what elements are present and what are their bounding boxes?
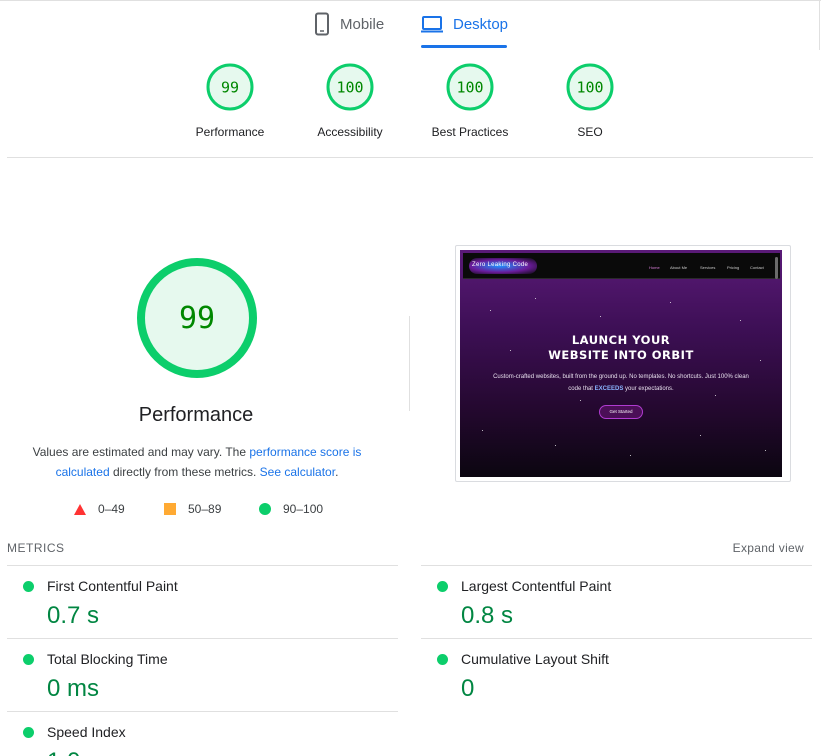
metrics-header: METRICS Expand view — [7, 540, 804, 556]
gauge-accessibility-score: 100 — [336, 79, 363, 97]
screenshot-headline: LAUNCH YOUR WEBSITE INTO ORBIT — [460, 333, 782, 363]
score-ring-icon: 99 — [206, 63, 254, 111]
metric-name: Speed Index — [47, 724, 126, 740]
tab-mobile[interactable]: Mobile — [314, 12, 384, 50]
gauge-performance-label: Performance — [195, 125, 265, 139]
active-tab-indicator — [421, 45, 507, 48]
gauge-best-practices-label: Best Practices — [431, 125, 509, 139]
screenshot-body-text: Custom-crafted websites, built from the … — [480, 371, 762, 395]
red-triangle-icon — [74, 503, 86, 515]
screenshot-image: Zero Leaking Code Home About Me Services… — [460, 250, 782, 477]
gauge-accessibility[interactable]: 100 Accessibility — [290, 62, 410, 140]
metric-value: 1.0 s — [47, 748, 99, 756]
green-circle-icon — [259, 503, 271, 515]
orange-square-icon — [164, 503, 176, 515]
tab-mobile-label: Mobile — [340, 16, 385, 33]
gauge-seo-label: SEO — [577, 125, 603, 139]
metric-cls: Cumulative Layout Shift 0 — [421, 638, 801, 711]
final-screenshot[interactable]: Zero Leaking Code Home About Me Services… — [455, 245, 791, 482]
screenshot-body-line2: code that EXCEEDS your expectations. — [480, 383, 762, 395]
score-ring-icon: 100 — [566, 63, 614, 111]
body-prefix: code that — [568, 386, 595, 392]
gauge-accessibility-label: Accessibility — [317, 125, 383, 139]
expand-view-button[interactable]: Expand view — [733, 541, 804, 555]
gauge-seo-score: 100 — [576, 79, 603, 97]
screenshot-scrollbar — [775, 257, 778, 279]
screenshot-headline-line2: WEBSITE INTO ORBIT — [548, 348, 694, 362]
score-legend: 0–49 50–89 90–100 — [0, 502, 400, 518]
desc-suffix: . — [335, 465, 339, 479]
metric-name: First Contentful Paint — [47, 578, 178, 594]
gauge-seo[interactable]: 100 SEO — [530, 62, 650, 140]
category-scores: 99 Performance 100 Accessibility 100 Bes… — [0, 62, 821, 142]
gauge-best-practices[interactable]: 100 Best Practices — [410, 62, 530, 140]
screenshot-nav-link: About Me — [670, 265, 688, 270]
legend-item-fail: 0–49 — [74, 502, 125, 516]
device-tabs: Mobile Desktop — [0, 0, 821, 50]
score-ring-icon: 100 — [326, 63, 374, 111]
gauge-performance[interactable]: 99 Performance — [170, 62, 290, 140]
tab-desktop-label: Desktop — [453, 16, 509, 33]
metric-name: Cumulative Layout Shift — [461, 651, 609, 667]
metric-value: 0 — [461, 675, 475, 702]
metric-lcp: Largest Contentful Paint 0.8 s — [421, 565, 801, 638]
gauge-performance-score: 99 — [221, 79, 239, 97]
desc-middle: directly from these metrics. — [109, 465, 260, 479]
screenshot-nav-link: Contact — [750, 265, 764, 270]
legend-item-average: 50–89 — [164, 502, 221, 516]
performance-gauge-large: 99 — [137, 258, 257, 378]
metric-speed-index: Speed Index 1.0 s — [7, 711, 387, 756]
screenshot-nav-link: Home — [649, 265, 660, 270]
metric-value: 0.8 s — [461, 602, 514, 629]
desc-prefix: Values are estimated and may vary. The — [32, 445, 250, 459]
metric-fcp: First Contentful Paint 0.7 s — [7, 565, 387, 638]
screenshot-cta-button: Get Started — [599, 405, 643, 419]
screenshot-headline-line1: LAUNCH YOUR — [571, 333, 671, 347]
pass-circle-icon — [23, 727, 34, 738]
performance-title: Performance — [138, 404, 254, 426]
top-border — [0, 0, 821, 1]
pass-circle-icon — [23, 581, 34, 592]
gauge-best-practices-score: 100 — [456, 79, 483, 97]
legend-pass-range: 90–100 — [283, 502, 324, 516]
metric-tbt: Total Blocking Time 0 ms — [7, 638, 387, 711]
body-highlight: EXCEEDS — [594, 386, 624, 392]
legend-fail-range: 0–49 — [98, 502, 125, 516]
metric-name: Largest Contentful Paint — [461, 578, 612, 594]
pass-circle-icon — [437, 581, 448, 592]
pass-circle-icon — [437, 654, 448, 665]
mobile-phone-icon — [314, 12, 330, 41]
pass-circle-icon — [23, 654, 34, 665]
screenshot-navbar: Zero Leaking Code Home About Me Services… — [463, 253, 780, 279]
section-divider — [7, 157, 813, 158]
performance-description: Values are estimated and may vary. The p… — [22, 442, 372, 482]
vertical-divider — [409, 316, 410, 411]
score-ring-icon: 100 — [446, 63, 494, 111]
screenshot-body-line1: Custom-crafted websites, built from the … — [493, 374, 749, 380]
screenshot-nav-link: Services — [700, 265, 716, 270]
screenshot-nav-link: Pricing — [727, 265, 740, 270]
metric-value: 0 ms — [47, 675, 100, 702]
desktop-laptop-icon — [421, 12, 443, 41]
legend-item-pass: 90–100 — [259, 502, 323, 516]
metric-value: 0.7 s — [47, 602, 100, 629]
performance-score-large: 99 — [179, 301, 215, 336]
screenshot-logo-text: Zero Leaking Code — [472, 262, 529, 268]
body-suffix: your expectations. — [623, 386, 674, 392]
metric-name: Total Blocking Time — [47, 651, 168, 667]
metrics-title: METRICS — [7, 541, 65, 555]
see-calculator-link[interactable]: See calculator — [260, 465, 335, 479]
legend-average-range: 50–89 — [188, 502, 222, 516]
right-border — [819, 0, 820, 50]
